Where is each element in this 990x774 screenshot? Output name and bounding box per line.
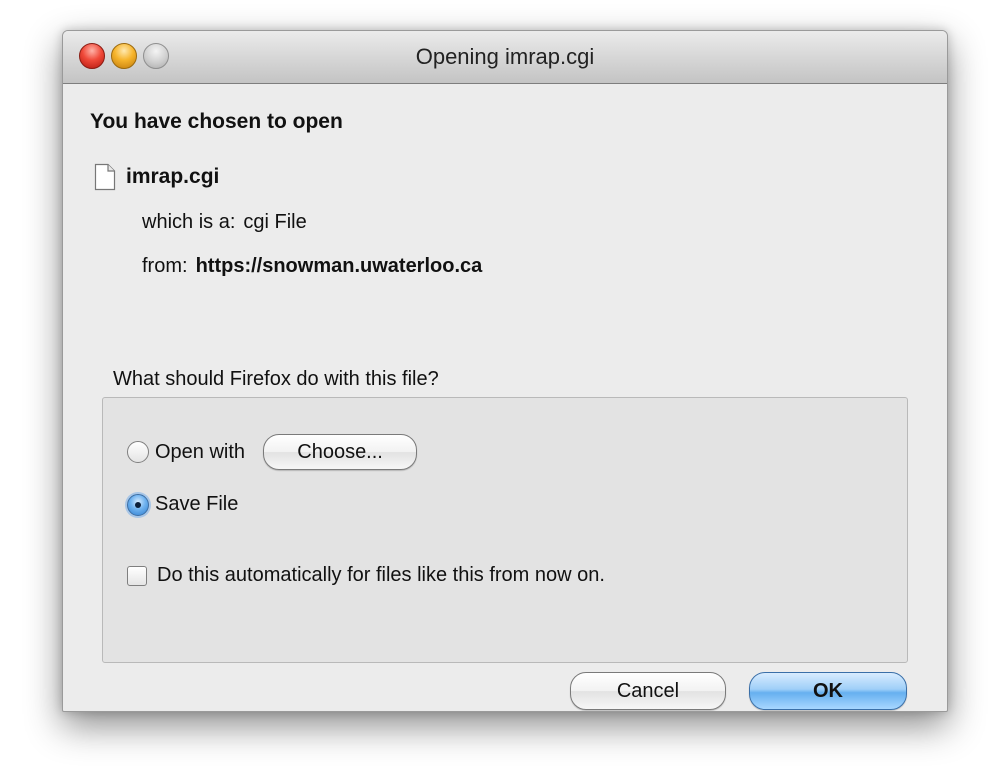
file-row: imrap.cgi bbox=[94, 162, 219, 192]
file-type-value: cgi File bbox=[243, 211, 307, 233]
save-file-option[interactable]: Save File bbox=[127, 493, 238, 516]
choose-application-button[interactable]: Choose... bbox=[263, 434, 418, 470]
save-file-radio[interactable] bbox=[127, 493, 149, 516]
file-source-line: from: https://snowman.uwaterloo.ca bbox=[142, 255, 482, 278]
dialog-content: You have chosen to open imrap.cgi which … bbox=[63, 84, 947, 711]
action-question: What should Firefox do with this file? bbox=[113, 368, 439, 390]
file-source-value: https://snowman.uwaterloo.ca bbox=[195, 255, 483, 277]
auto-action-option[interactable]: Do this automatically for files like thi… bbox=[127, 564, 605, 587]
auto-action-checkbox[interactable] bbox=[127, 565, 147, 586]
desktop-background: Opening imrap.cgi You have chosen to ope… bbox=[0, 0, 990, 774]
auto-action-label[interactable]: Do this automatically for files like thi… bbox=[157, 564, 605, 587]
save-file-label[interactable]: Save File bbox=[155, 493, 238, 516]
file-source-label: from: bbox=[142, 255, 188, 277]
file-name: imrap.cgi bbox=[126, 165, 220, 188]
ok-button[interactable]: OK bbox=[749, 672, 907, 710]
window-title: Opening imrap.cgi bbox=[415, 44, 595, 69]
open-with-option[interactable]: Open with Choose... bbox=[127, 434, 418, 470]
document-icon bbox=[94, 163, 116, 191]
file-type-label: which is a: bbox=[142, 211, 236, 233]
title-bar: Opening imrap.cgi bbox=[63, 31, 947, 84]
dialog-heading: You have chosen to open bbox=[90, 110, 343, 133]
action-options-group: Open with Choose... Save File Do this au… bbox=[102, 397, 908, 663]
cancel-button[interactable]: Cancel bbox=[570, 672, 726, 710]
download-dialog-window: Opening imrap.cgi You have chosen to ope… bbox=[62, 30, 948, 712]
open-with-radio[interactable] bbox=[127, 441, 149, 463]
file-type-line: which is a: cgi File bbox=[142, 211, 307, 234]
open-with-label[interactable]: Open with bbox=[155, 441, 245, 464]
